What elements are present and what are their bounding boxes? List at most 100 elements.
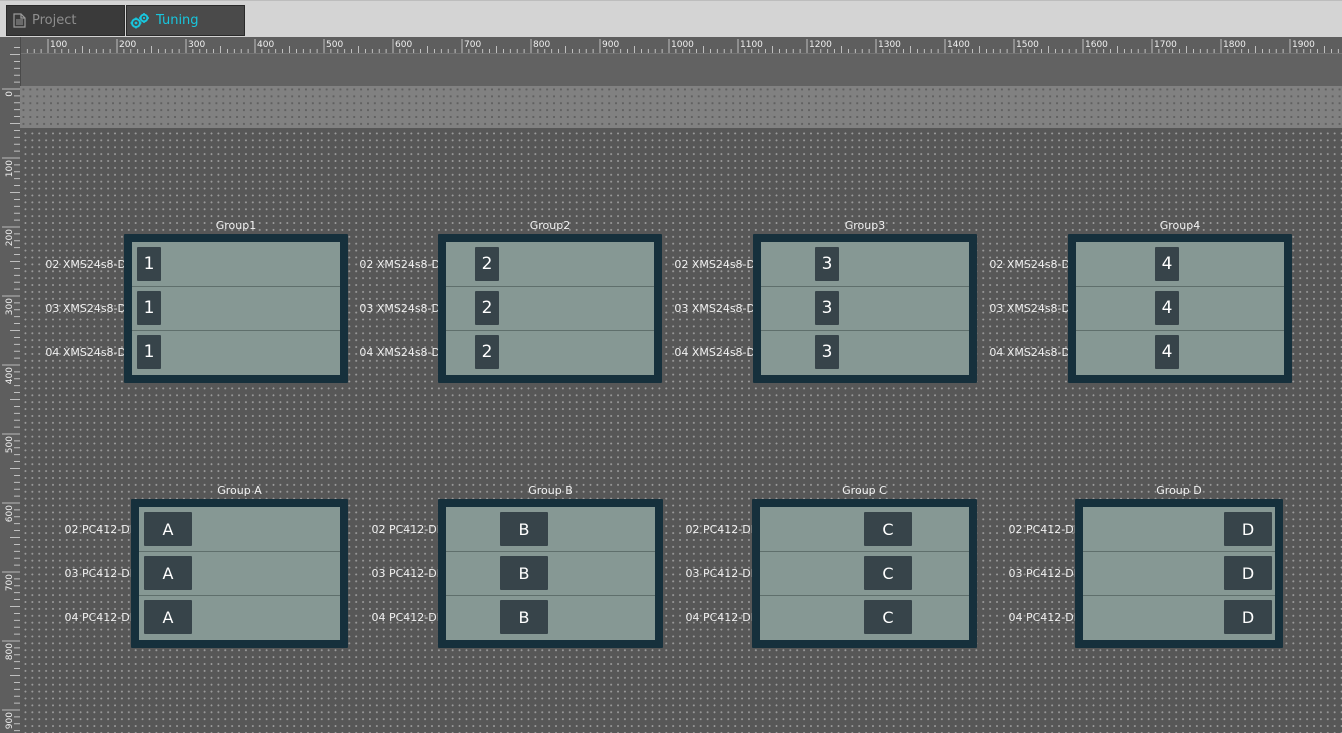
group-member-row[interactable]: C bbox=[760, 595, 969, 639]
group-member-row[interactable]: D bbox=[1083, 595, 1275, 639]
group-badge[interactable]: 2 bbox=[475, 247, 499, 281]
group-badge[interactable]: 3 bbox=[815, 291, 839, 325]
group-badge[interactable]: A bbox=[144, 556, 192, 590]
group-member-row[interactable]: C bbox=[760, 551, 969, 596]
device-label: 03 XMS24s8-D bbox=[359, 302, 440, 315]
group-box[interactable]: Group AAAA bbox=[131, 484, 348, 648]
group-badge[interactable]: B bbox=[500, 556, 548, 590]
device-label: 02 PC412-DI bbox=[1008, 523, 1078, 536]
group-member-row[interactable]: 2 bbox=[446, 330, 654, 374]
group-member-row[interactable]: A bbox=[139, 595, 340, 639]
group-badge[interactable]: D bbox=[1224, 512, 1272, 546]
group-box[interactable]: Group1 1 1 1 bbox=[124, 219, 348, 383]
group-box[interactable]: Group BBBB bbox=[438, 484, 663, 648]
group-badge[interactable]: 1 bbox=[137, 291, 161, 325]
group-badge[interactable]: 3 bbox=[815, 247, 839, 281]
group-badge[interactable]: B bbox=[500, 512, 548, 546]
vertical-ruler[interactable]: 0 100 200 300 400 500 600 700 800 900 bbox=[0, 37, 21, 733]
ruler-label: 200 bbox=[5, 229, 15, 246]
device-label: 03 XMS24s8-D bbox=[45, 302, 126, 315]
group-member-row[interactable]: B bbox=[446, 507, 655, 552]
ruler-label: 700 bbox=[5, 574, 15, 591]
group-badge[interactable]: B bbox=[500, 600, 548, 634]
ruler-header-strip bbox=[20, 53, 1342, 87]
group-badge[interactable]: 1 bbox=[137, 247, 161, 281]
group-badge[interactable]: A bbox=[144, 512, 192, 546]
device-label: 02 PC412-DI bbox=[371, 523, 441, 536]
group-member-row[interactable]: 4 bbox=[1076, 242, 1284, 287]
group-badge[interactable]: C bbox=[864, 556, 912, 590]
group-badge[interactable]: C bbox=[864, 600, 912, 634]
device-label: 02 XMS24s8-D bbox=[45, 258, 126, 271]
group-member-row[interactable]: 1 bbox=[132, 286, 340, 331]
group-box[interactable]: Group3 3 3 3 bbox=[753, 219, 977, 383]
group-box[interactable]: Group4 4 4 4 bbox=[1068, 219, 1292, 383]
group-member-row[interactable]: C bbox=[760, 507, 969, 552]
ruler-label: 1900 bbox=[1292, 40, 1315, 50]
device-label: 04 XMS24s8-D bbox=[45, 346, 126, 359]
ruler-label: 500 bbox=[326, 40, 343, 50]
tab-label: Tuning bbox=[156, 13, 199, 28]
group-member-row[interactable]: B bbox=[446, 595, 655, 639]
device-label: 02 XMS24s8-D bbox=[674, 258, 755, 271]
group-box[interactable]: Group2 2 2 2 bbox=[438, 219, 662, 383]
tab-project[interactable]: Project bbox=[6, 5, 125, 36]
group-member-row[interactable]: 4 bbox=[1076, 330, 1284, 374]
device-label: 04 PC412-DI bbox=[685, 611, 755, 624]
group-frame: AAA bbox=[131, 499, 348, 648]
group-frame: 3 3 3 bbox=[753, 234, 977, 383]
group-body: 2 2 2 bbox=[446, 242, 654, 375]
ruler-label: 1200 bbox=[809, 40, 832, 50]
group-member-row[interactable]: B bbox=[446, 551, 655, 596]
group-member-row[interactable]: A bbox=[139, 551, 340, 596]
group-frame: 4 4 4 bbox=[1068, 234, 1292, 383]
group-frame: DDD bbox=[1075, 499, 1283, 648]
group-badge[interactable]: A bbox=[144, 600, 192, 634]
group-member-row[interactable]: 2 bbox=[446, 242, 654, 287]
group-member-row[interactable]: 3 bbox=[761, 242, 969, 287]
group-box[interactable]: Group DDDD bbox=[1075, 484, 1283, 648]
ruler-label: 1400 bbox=[947, 40, 970, 50]
ruler-label: 100 bbox=[50, 40, 67, 50]
group-member-row[interactable]: 3 bbox=[761, 286, 969, 331]
ruler-label: 600 bbox=[5, 505, 15, 522]
ruler-label: 700 bbox=[464, 40, 481, 50]
group-badge[interactable]: C bbox=[864, 512, 912, 546]
group-badge[interactable]: D bbox=[1224, 600, 1272, 634]
horizontal-ruler[interactable]: 100 200 300 400 500 600 700 800 900 1000 1100 1200 1… bbox=[20, 37, 1342, 53]
group-badge[interactable]: 3 bbox=[815, 335, 839, 369]
group-body: 1 1 1 bbox=[132, 242, 340, 375]
group-title: Group3 bbox=[844, 219, 886, 232]
group-badge[interactable]: 4 bbox=[1155, 247, 1179, 281]
group-badge[interactable]: 1 bbox=[137, 335, 161, 369]
ruler-label: 300 bbox=[188, 40, 205, 50]
group-frame: 2 2 2 bbox=[438, 234, 662, 383]
group-member-row[interactable]: A bbox=[139, 507, 340, 552]
group-member-row[interactable]: D bbox=[1083, 507, 1275, 552]
group-badge[interactable]: 4 bbox=[1155, 291, 1179, 325]
group-frame: CCC bbox=[752, 499, 977, 648]
ruler-label: 800 bbox=[533, 40, 550, 50]
group-member-row[interactable]: 1 bbox=[132, 330, 340, 374]
tab-tuning[interactable]: Tuning bbox=[126, 5, 245, 36]
horizontal-ruler-ticks: 100 200 300 400 500 600 700 800 900 1000 1100 1200 1… bbox=[20, 39, 1339, 53]
group-member-row[interactable]: 2 bbox=[446, 286, 654, 331]
group-member-row[interactable]: D bbox=[1083, 551, 1275, 596]
ruler-label: 1000 bbox=[671, 40, 694, 50]
group-box[interactable]: Group CCCC bbox=[752, 484, 977, 648]
group-member-row[interactable]: 4 bbox=[1076, 286, 1284, 331]
group-badge[interactable]: 2 bbox=[475, 335, 499, 369]
group-member-row[interactable]: 1 bbox=[132, 242, 340, 287]
group-badge[interactable]: 2 bbox=[475, 291, 499, 325]
device-label: 02 PC412-DI bbox=[64, 523, 134, 536]
group-body: 3 3 3 bbox=[761, 242, 969, 375]
group-badge[interactable]: D bbox=[1224, 556, 1272, 590]
group-title: Group D bbox=[1156, 484, 1202, 497]
device-label: 03 PC412-DI bbox=[371, 567, 441, 580]
device-label: 03 PC412-DI bbox=[1008, 567, 1078, 580]
group-badge[interactable]: 4 bbox=[1155, 335, 1179, 369]
ruler-label: 400 bbox=[257, 40, 274, 50]
document-icon bbox=[13, 13, 26, 28]
group-frame: 1 1 1 bbox=[124, 234, 348, 383]
group-member-row[interactable]: 3 bbox=[761, 330, 969, 374]
